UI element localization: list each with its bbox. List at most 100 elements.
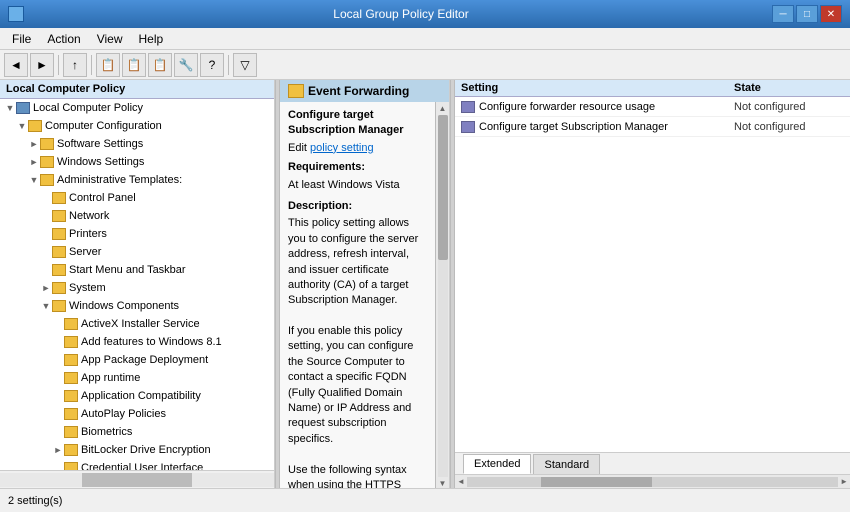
center-panel: Event Forwarding Configure target Subscr… (280, 80, 450, 488)
folder-icon (64, 354, 78, 366)
menu-help[interactable]: Help (131, 30, 172, 48)
tree-item-biometrics[interactable]: Biometrics (0, 423, 274, 441)
setting-row-1[interactable]: Configure target Subscription Manager No… (455, 117, 850, 137)
tree-item-administrative-templates[interactable]: ▼ Administrative Templates: (0, 171, 274, 189)
tree-label: Windows Components (69, 300, 179, 312)
description-label: Description: (288, 199, 427, 214)
tree-item-computer-configuration[interactable]: ▼ Computer Configuration (0, 117, 274, 135)
tree-item-windows-components[interactable]: ▼ Windows Components (0, 297, 274, 315)
tree-item-local-computer-policy[interactable]: ▼ Local Computer Policy (0, 99, 274, 117)
setting-state-1: Not configured (734, 121, 844, 133)
expand-arrow: ► (52, 445, 64, 455)
tree-label: Printers (69, 228, 107, 240)
folder-icon (64, 444, 78, 456)
center-scrollbar[interactable]: ▲ ▼ (435, 102, 449, 488)
tree-item-server[interactable]: Server (0, 243, 274, 261)
tree-label: Windows Settings (57, 156, 144, 168)
back-button[interactable]: ◄ (4, 53, 28, 77)
tree-label: Credential User Interface (81, 462, 203, 470)
properties-button[interactable]: 📋 (122, 53, 146, 77)
window-controls: ─ □ ✕ (772, 5, 842, 23)
tree-content[interactable]: ▼ Local Computer Policy ▼ Computer Confi… (0, 99, 274, 470)
tree-label: App Package Deployment (81, 354, 208, 366)
tree-label: Server (69, 246, 101, 258)
tree-item-credential-ui[interactable]: Credential User Interface (0, 459, 274, 470)
toolbar: ◄ ► ↑ 📋 📋 📋 🔧 ? ▽ (0, 50, 850, 80)
tree-scrollbar[interactable] (0, 470, 274, 488)
tab-standard[interactable]: Standard (533, 454, 600, 474)
tree-item-printers[interactable]: Printers (0, 225, 274, 243)
main-layout: Local Computer Policy ▼ Local Computer P… (0, 80, 850, 488)
tree-label: System (69, 282, 106, 294)
setting-row-0[interactable]: Configure forwarder resource usage Not c… (455, 97, 850, 117)
app-icon (8, 6, 24, 22)
tree-label: Software Settings (57, 138, 143, 150)
folder-icon (40, 138, 54, 150)
folder-icon (64, 372, 78, 384)
new-window-button[interactable]: 📋 (148, 53, 172, 77)
tree-label: Application Compatibility (81, 390, 201, 402)
policy-icon (461, 101, 475, 113)
tab-bar: Extended Standard (455, 452, 850, 474)
tree-item-bitlocker[interactable]: ► BitLocker Drive Encryption (0, 441, 274, 459)
tree-header: Local Computer Policy (0, 80, 274, 99)
tree-item-activex[interactable]: ActiveX Installer Service (0, 315, 274, 333)
expand-arrow: ► (40, 283, 52, 293)
expand-arrow: ► (28, 139, 40, 149)
toolbar-separator-2 (91, 55, 92, 75)
requirements-label: Requirements: (288, 160, 427, 175)
center-content: Configure target Subscription Manager Ed… (280, 102, 435, 488)
tree-label: Computer Configuration (45, 120, 162, 132)
expand-arrow: ▼ (4, 103, 16, 113)
folder-icon (52, 282, 66, 294)
tree-item-autoplay[interactable]: AutoPlay Policies (0, 405, 274, 423)
folder-icon (52, 264, 66, 276)
close-button[interactable]: ✕ (820, 5, 842, 23)
tree-item-network[interactable]: Network (0, 207, 274, 225)
setting-name-0: Configure forwarder resource usage (479, 101, 734, 113)
right-scrollbar[interactable]: ◄ ► (455, 474, 850, 488)
menu-file[interactable]: File (4, 30, 39, 48)
folder-icon (52, 210, 66, 222)
right-panel: Setting State Configure forwarder resour… (455, 80, 850, 488)
restore-button[interactable]: □ (796, 5, 818, 23)
tree-label: AutoPlay Policies (81, 408, 166, 420)
tab-extended[interactable]: Extended (463, 454, 531, 474)
tree-item-app-compat[interactable]: Application Compatibility (0, 387, 274, 405)
policy-title: Configure target Subscription Manager (288, 108, 427, 139)
tree-item-app-package[interactable]: App Package Deployment (0, 351, 274, 369)
tree-item-system[interactable]: ► System (0, 279, 274, 297)
tree-item-windows-settings[interactable]: ► Windows Settings (0, 153, 274, 171)
help-button[interactable]: ? (200, 53, 224, 77)
menu-view[interactable]: View (89, 30, 131, 48)
tree-item-add-features[interactable]: Add features to Windows 8.1 (0, 333, 274, 351)
tree-header-label: Local Computer Policy (6, 83, 125, 95)
tree-label: Local Computer Policy (33, 102, 143, 114)
edit-policy-text: Edit policy setting (288, 141, 427, 156)
folder-icon (64, 318, 78, 330)
tree-item-app-runtime[interactable]: App runtime (0, 369, 274, 387)
tree-item-software-settings[interactable]: ► Software Settings (0, 135, 274, 153)
menu-bar: File Action View Help (0, 28, 850, 50)
folder-icon (64, 426, 78, 438)
folder-icon (64, 408, 78, 420)
folder-icon (52, 300, 66, 312)
status-bar: 2 setting(s) (0, 488, 850, 512)
tree-item-start-menu[interactable]: Start Menu and Taskbar (0, 261, 274, 279)
tree-item-control-panel[interactable]: Control Panel (0, 189, 274, 207)
show-hide-button[interactable]: 📋 (96, 53, 120, 77)
menu-action[interactable]: Action (39, 30, 88, 48)
setting-state-0: Not configured (734, 101, 844, 113)
requirements-value: At least Windows Vista (288, 178, 427, 193)
refresh-button[interactable]: 🔧 (174, 53, 198, 77)
edit-label: Edit (288, 142, 310, 154)
forward-button[interactable]: ► (30, 53, 54, 77)
up-button[interactable]: ↑ (63, 53, 87, 77)
folder-icon (40, 156, 54, 168)
settings-header: Setting State (455, 80, 850, 97)
minimize-button[interactable]: ─ (772, 5, 794, 23)
filter-button[interactable]: ▽ (233, 53, 257, 77)
center-panel-header: Event Forwarding (280, 80, 449, 102)
tree-label: Control Panel (69, 192, 136, 204)
policy-setting-link[interactable]: policy setting (310, 142, 374, 154)
